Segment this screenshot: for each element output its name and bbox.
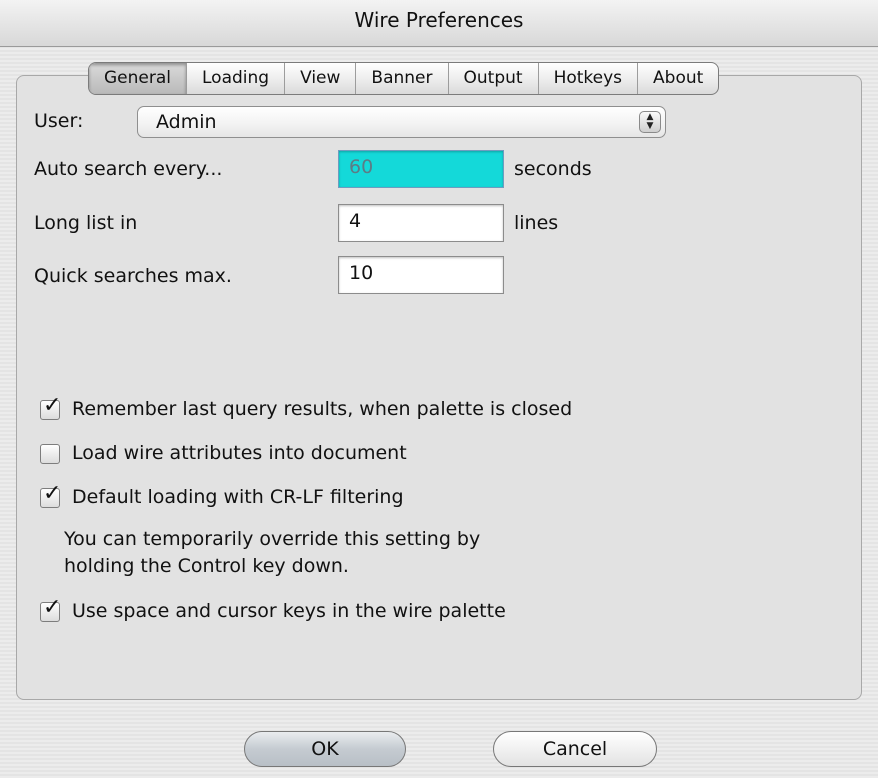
remember-results-label: Remember last query results, when palett… [72,398,573,420]
ok-button[interactable]: OK [244,731,406,767]
long-list-unit: lines [514,212,559,234]
load-attributes-label: Load wire attributes into document [72,442,407,464]
tab-hotkeys[interactable]: Hotkeys [537,63,637,94]
cursor-keys-label: Use space and cursor keys in the wire pa… [72,600,506,622]
tab-loading[interactable]: Loading [186,63,284,94]
tab-about[interactable]: About [637,63,718,94]
window-title: Wire Preferences [354,8,524,32]
load-attributes-checkbox[interactable] [40,444,60,464]
tab-bar: General Loading View Banner Output Hotke… [88,62,720,95]
cancel-button[interactable]: Cancel [493,731,657,767]
user-select-value: Admin [156,111,217,133]
auto-search-field[interactable]: 60 [338,150,504,188]
long-list-label: Long list in [34,212,138,234]
user-select[interactable]: Admin ▲ ▼ [137,106,666,138]
auto-search-label: Auto search every... [34,158,223,180]
long-list-field[interactable]: 4 [338,204,504,242]
tab-general[interactable]: General [89,63,186,94]
checkmark-icon: ✓ [43,393,62,418]
cursor-keys-checkbox[interactable]: ✓ [40,596,61,622]
checkmark-icon: ✓ [43,595,62,620]
title-bar: Wire Preferences [0,0,878,47]
updown-arrows-icon: ▲ ▼ [639,111,661,133]
user-label: User: [34,110,84,132]
crlf-note-line1: You can temporarily override this settin… [64,528,481,550]
quick-searches-field[interactable]: 10 [338,256,504,294]
crlf-note-line2: holding the Control key down. [64,555,349,577]
tab-output[interactable]: Output [447,63,538,94]
tab-banner[interactable]: Banner [355,63,447,94]
crlf-filtering-checkbox[interactable]: ✓ [40,482,61,508]
checkmark-icon: ✓ [43,481,62,506]
crlf-filtering-label: Default loading with CR-LF filtering [72,486,404,508]
auto-search-unit: seconds [514,158,592,180]
remember-results-checkbox[interactable]: ✓ [40,394,61,420]
tab-view[interactable]: View [284,63,355,94]
quick-searches-label: Quick searches max. [34,265,232,287]
